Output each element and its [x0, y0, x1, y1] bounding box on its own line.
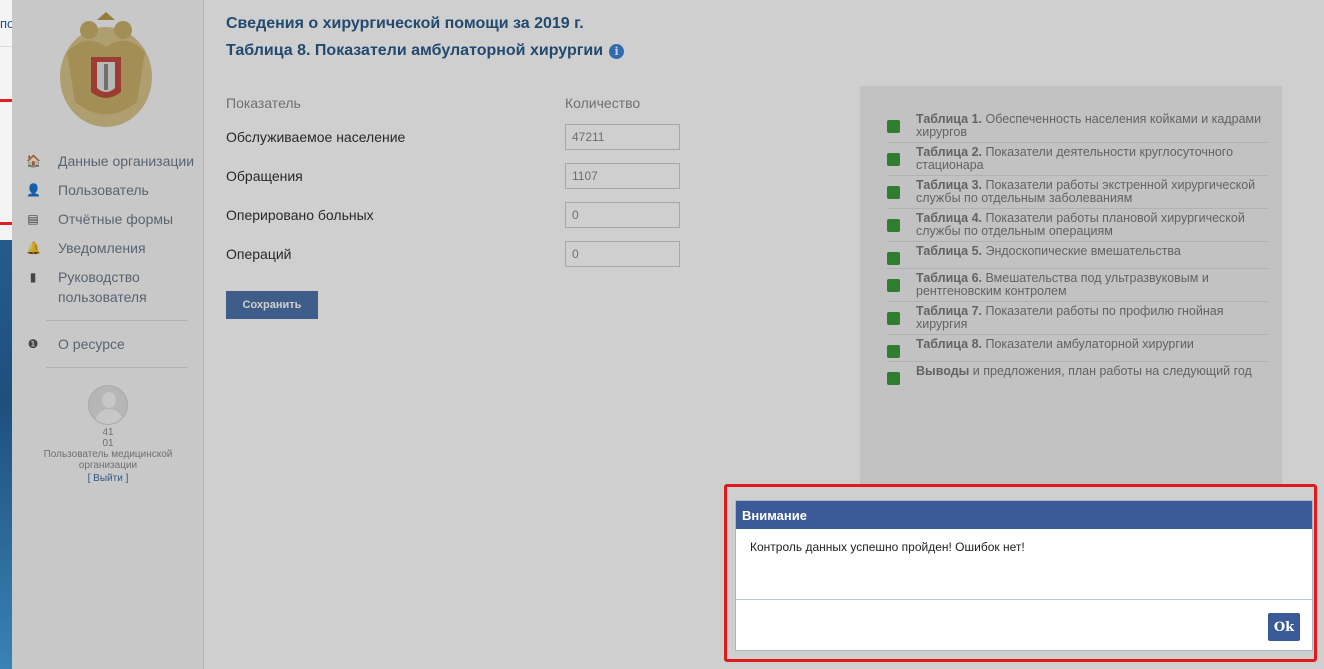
ok-button[interactable]: Ok: [1268, 613, 1300, 641]
alert-dialog: Внимание Контроль данных успешно пройден…: [735, 500, 1313, 651]
dialog-title: Внимание: [736, 501, 1312, 529]
divider: [736, 599, 1312, 600]
dialog-message: Контроль данных успешно пройден! Ошибок …: [750, 540, 1025, 554]
